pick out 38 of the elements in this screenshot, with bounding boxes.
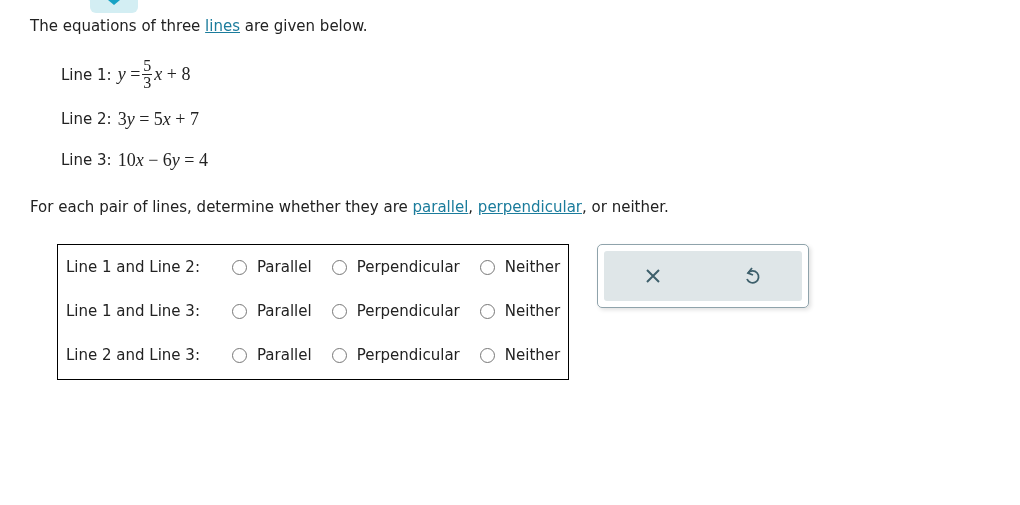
option-label[interactable]: Perpendicular: [356, 300, 460, 323]
undo-icon: [744, 266, 761, 285]
caret-down-icon: [107, 0, 121, 6]
math-expression: x + 8: [154, 63, 191, 87]
math-expression: y =: [117, 63, 141, 87]
option-label[interactable]: Parallel: [257, 256, 312, 279]
radio-button[interactable]: [479, 260, 495, 276]
radio-button[interactable]: [232, 260, 247, 276]
pair-label: Line 1 and Line 3:: [66, 301, 201, 323]
math-expression: 10x − 6y = 4: [117, 149, 208, 173]
equation-label: Line 1:: [61, 64, 112, 86]
collapse-tab[interactable]: [90, 0, 138, 13]
glossary-link[interactable]: perpendicular: [477, 198, 582, 217]
glossary-link[interactable]: lines: [205, 17, 240, 35]
radio-button[interactable]: [232, 304, 247, 320]
pair-label: Line 1 and Line 2:: [66, 257, 201, 279]
option-label[interactable]: Neither: [504, 256, 561, 279]
radio-button[interactable]: [232, 348, 247, 364]
intro-text: The equations of three lines are given below.: [30, 16, 369, 37]
radio-button[interactable]: [331, 304, 347, 320]
question-text: For each pair of lines, determine whether they are parallel, perpendicular, or neither.: [30, 197, 670, 219]
radio-button[interactable]: [479, 348, 495, 364]
equation-label: Line 2:: [61, 109, 112, 131]
option-label[interactable]: Parallel: [257, 300, 312, 323]
radio-button[interactable]: [479, 304, 495, 320]
radio-button[interactable]: [331, 348, 347, 364]
math-expression: 3y = 5x + 7: [117, 108, 199, 132]
close-icon: [646, 268, 661, 283]
option-label[interactable]: Parallel: [257, 344, 312, 367]
option-label[interactable]: Neither: [504, 300, 561, 323]
radio-button[interactable]: [331, 260, 347, 276]
glossary-link[interactable]: parallel: [412, 198, 469, 217]
option-label[interactable]: Perpendicular: [356, 256, 460, 279]
option-label[interactable]: Perpendicular: [356, 344, 460, 367]
equation-label: Line 3:: [61, 150, 112, 172]
pair-label: Line 2 and Line 3:: [66, 345, 201, 367]
fraction: 5 3: [142, 57, 153, 93]
option-label[interactable]: Neither: [504, 344, 561, 367]
